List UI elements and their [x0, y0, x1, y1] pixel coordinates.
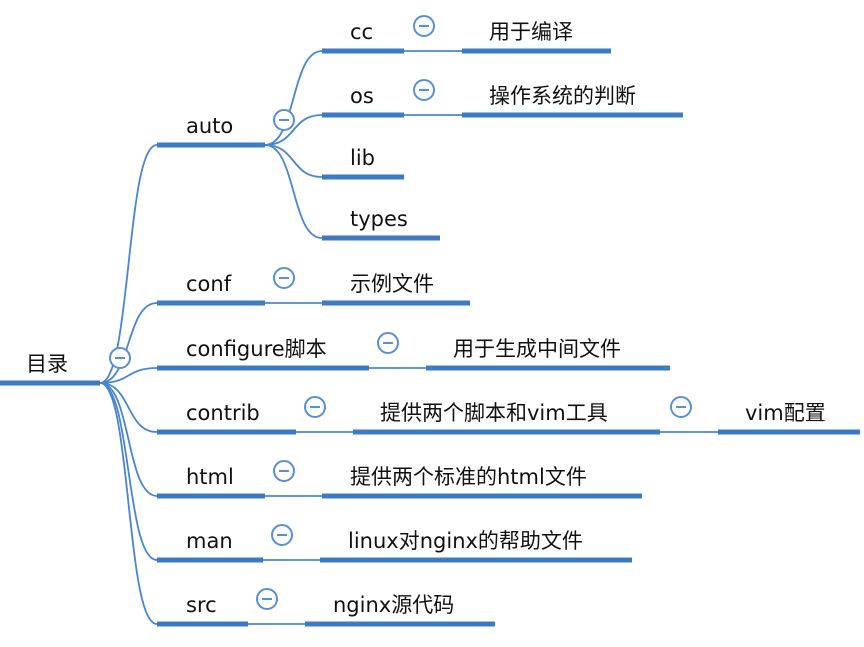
collapse-minus-icon[interactable]: [273, 109, 295, 131]
node-label: types: [350, 207, 408, 231]
node-contrib-vim[interactable]: vim配置: [718, 401, 860, 435]
node-label: 示例文件: [350, 272, 434, 296]
collapse-minus-icon[interactable]: [271, 524, 293, 546]
connector-line: [99, 382, 158, 497]
node-man-desc[interactable]: linux对nginx的帮助文件: [320, 529, 632, 563]
node-contrib-desc[interactable]: 提供两个脚本和vim工具: [353, 401, 660, 435]
node-label: contrib: [186, 401, 260, 425]
node-label: lib: [350, 146, 375, 170]
node-contrib[interactable]: contrib: [157, 401, 296, 435]
connector-line: [99, 382, 158, 625]
node-label: man: [186, 529, 233, 553]
node-html-desc[interactable]: 提供两个标准的html文件: [322, 465, 642, 499]
collapse-minus-icon[interactable]: [109, 347, 131, 369]
node-label: 提供两个标准的html文件: [350, 465, 587, 489]
node-auto-cc[interactable]: cc: [322, 20, 404, 54]
node-label: src: [186, 593, 217, 617]
node-configure[interactable]: configure脚本: [157, 337, 369, 371]
node-label: configure脚本: [186, 337, 327, 361]
collapse-minus-icon[interactable]: [413, 79, 435, 101]
node-root[interactable]: 目录: [0, 352, 100, 386]
node-label: 用于编译: [489, 20, 573, 44]
collapse-minus-icon[interactable]: [273, 460, 295, 482]
node-label: html: [186, 465, 234, 489]
node-src-desc[interactable]: nginx源代码: [305, 593, 495, 627]
node-configure-desc[interactable]: 用于生成中间文件: [426, 337, 670, 371]
node-label: auto: [186, 114, 233, 138]
node-label: vim配置: [745, 401, 826, 425]
collapse-minus-icon[interactable]: [304, 396, 326, 418]
connector-line: [99, 144, 158, 384]
node-auto-cc-desc[interactable]: 用于编译: [462, 20, 611, 54]
node-label: linux对nginx的帮助文件: [348, 529, 583, 553]
connector-line: [99, 302, 158, 384]
node-label: nginx源代码: [333, 593, 454, 617]
node-auto-os-desc[interactable]: 操作系统的判断: [462, 84, 683, 118]
collapse-minus-icon[interactable]: [256, 588, 278, 610]
mind-map-canvas: 目录 auto cc 用于编译 os 操作系统的判断 lib types conf 示例文件 con…: [0, 15, 860, 627]
node-auto-types[interactable]: types: [322, 207, 440, 241]
node-conf[interactable]: conf: [157, 272, 265, 306]
node-label: 提供两个脚本和vim工具: [380, 401, 608, 425]
node-src[interactable]: src: [157, 593, 248, 627]
node-label: 用于生成中间文件: [453, 337, 621, 361]
node-label: 目录: [26, 352, 68, 376]
node-label: cc: [350, 20, 373, 44]
node-label: os: [350, 84, 374, 108]
node-conf-desc[interactable]: 示例文件: [322, 272, 470, 306]
collapse-minus-icon[interactable]: [670, 396, 692, 418]
node-man[interactable]: man: [157, 529, 263, 563]
connector-line: [99, 382, 158, 561]
node-auto[interactable]: auto: [157, 114, 265, 148]
node-auto-lib[interactable]: lib: [322, 146, 404, 180]
nodes: 目录 auto cc 用于编译 os 操作系统的判断 lib types conf 示例文件 con…: [0, 15, 860, 627]
node-label: 操作系统的判断: [489, 84, 636, 108]
connector-line: [264, 144, 323, 239]
collapse-minus-icon[interactable]: [273, 267, 295, 289]
node-label: conf: [186, 272, 232, 296]
node-auto-os[interactable]: os: [322, 84, 404, 118]
collapse-minus-icon[interactable]: [377, 332, 399, 354]
node-html[interactable]: html: [157, 465, 265, 499]
collapse-minus-icon[interactable]: [413, 15, 435, 37]
connector-line: [264, 144, 323, 178]
